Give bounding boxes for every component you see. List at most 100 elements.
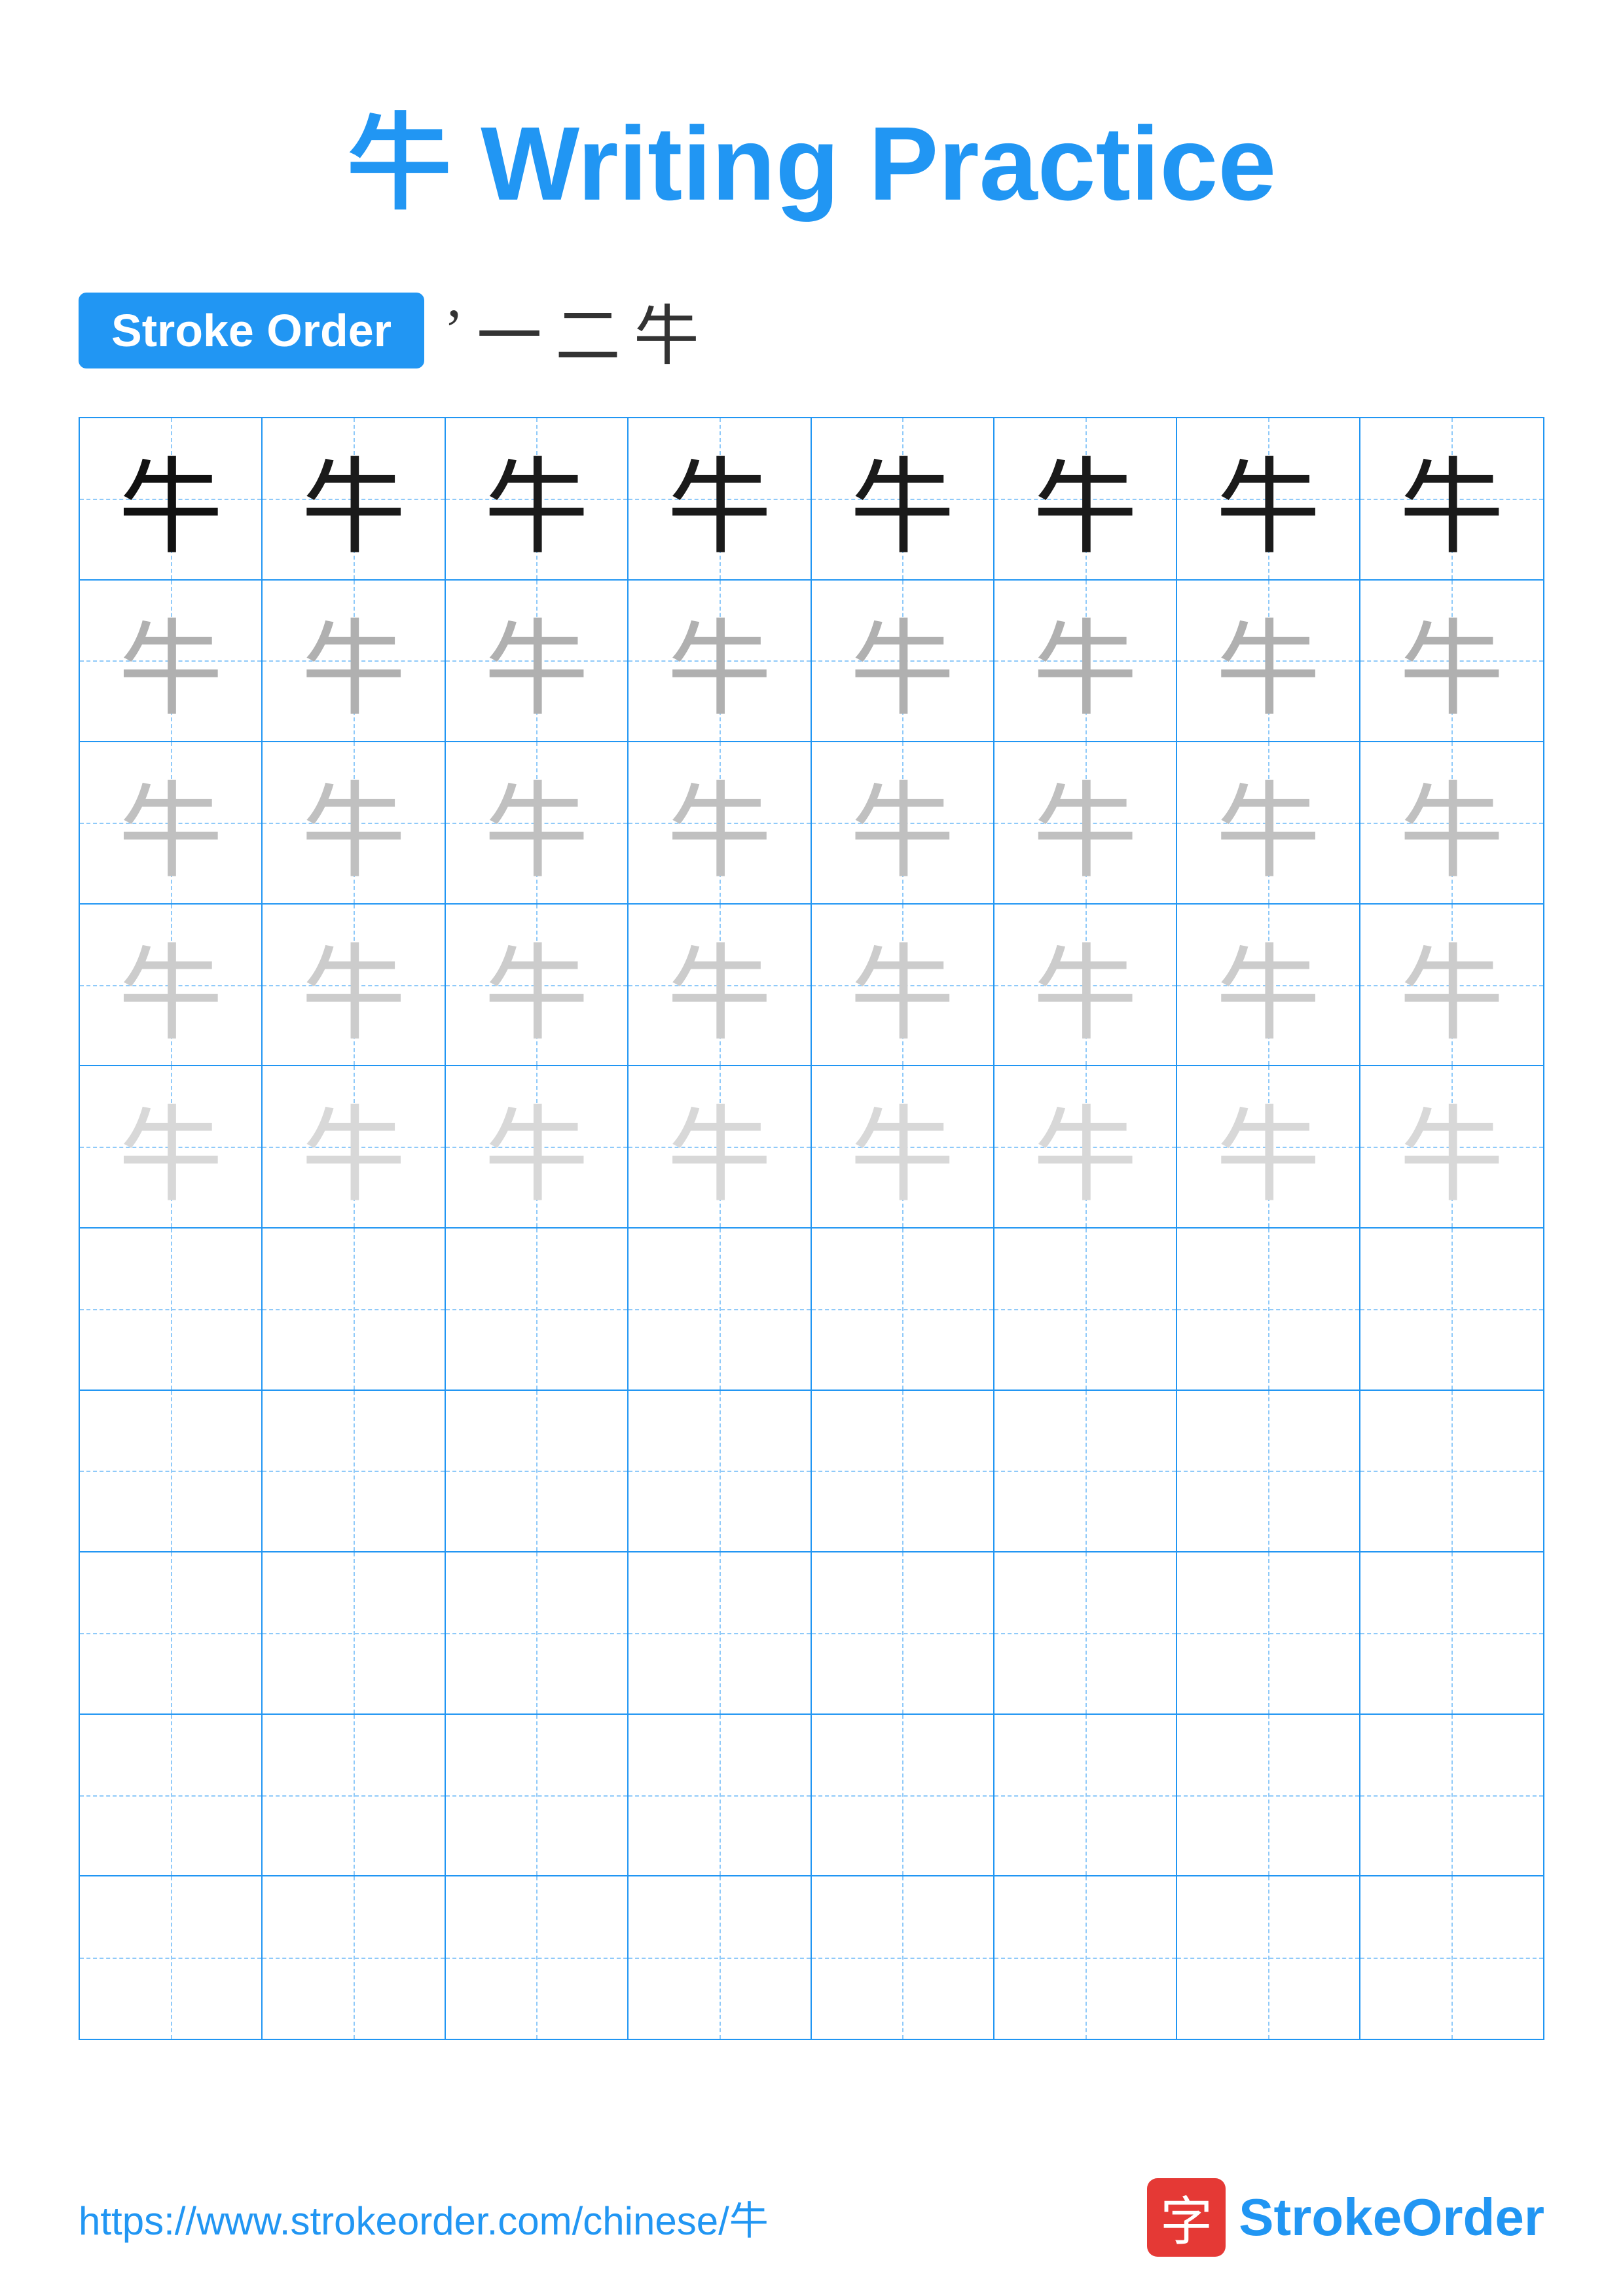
grid-cell[interactable]: 牛 bbox=[812, 1066, 994, 1229]
grid-cell[interactable] bbox=[994, 1715, 1177, 1877]
practice-char: 牛 bbox=[850, 909, 955, 1061]
grid-cell[interactable] bbox=[80, 1715, 263, 1877]
grid-cell[interactable] bbox=[1360, 1229, 1543, 1391]
grid-cell[interactable]: 牛 bbox=[1360, 1066, 1543, 1229]
grid-cell[interactable]: 牛 bbox=[80, 581, 263, 743]
grid-cell[interactable]: 牛 bbox=[629, 581, 811, 743]
grid-cell[interactable] bbox=[629, 1876, 811, 2039]
grid-cell[interactable] bbox=[629, 1391, 811, 1553]
grid-cell[interactable]: 牛 bbox=[1360, 905, 1543, 1067]
grid-cell[interactable]: 牛 bbox=[80, 418, 263, 581]
grid-cell[interactable] bbox=[263, 1552, 445, 1715]
grid-cell[interactable]: 牛 bbox=[1177, 742, 1360, 905]
grid-cell[interactable]: 牛 bbox=[446, 418, 629, 581]
grid-cell[interactable] bbox=[263, 1391, 445, 1553]
grid-cell[interactable]: 牛 bbox=[446, 905, 629, 1067]
footer: https://www.strokeorder.com/chinese/牛 字 … bbox=[79, 2178, 1544, 2257]
stroke-4: 牛 bbox=[634, 283, 699, 378]
grid-cell[interactable]: 牛 bbox=[994, 1066, 1177, 1229]
grid-cell[interactable] bbox=[1177, 1391, 1360, 1553]
grid-cell[interactable] bbox=[446, 1552, 629, 1715]
practice-char: 牛 bbox=[850, 423, 955, 575]
practice-char: 牛 bbox=[119, 909, 223, 1061]
grid-cell[interactable] bbox=[446, 1229, 629, 1391]
grid-cell[interactable]: 牛 bbox=[1360, 742, 1543, 905]
grid-cell[interactable]: 牛 bbox=[994, 905, 1177, 1067]
practice-char: 牛 bbox=[301, 423, 406, 575]
grid-cell[interactable] bbox=[629, 1552, 811, 1715]
grid-cell[interactable]: 牛 bbox=[80, 1066, 263, 1229]
grid-cell[interactable] bbox=[994, 1229, 1177, 1391]
grid-cell[interactable] bbox=[80, 1391, 263, 1553]
grid-cell[interactable]: 牛 bbox=[629, 742, 811, 905]
practice-char: 牛 bbox=[1399, 423, 1504, 575]
grid-cell[interactable] bbox=[263, 1715, 445, 1877]
grid-cell[interactable] bbox=[1360, 1876, 1543, 2039]
grid-cell[interactable] bbox=[80, 1229, 263, 1391]
practice-char: 牛 bbox=[484, 909, 589, 1061]
practice-char: 牛 bbox=[1216, 584, 1321, 736]
grid-cell[interactable]: 牛 bbox=[629, 418, 811, 581]
grid-cell[interactable] bbox=[812, 1715, 994, 1877]
grid-cell[interactable]: 牛 bbox=[812, 905, 994, 1067]
grid-cell[interactable] bbox=[263, 1229, 445, 1391]
practice-char: 牛 bbox=[1216, 909, 1321, 1061]
grid-cell[interactable] bbox=[80, 1876, 263, 2039]
grid-cell[interactable] bbox=[994, 1876, 1177, 2039]
practice-char: 牛 bbox=[1399, 1071, 1504, 1223]
grid-cell[interactable] bbox=[812, 1552, 994, 1715]
grid-cell[interactable]: 牛 bbox=[994, 418, 1177, 581]
grid-cell[interactable] bbox=[812, 1229, 994, 1391]
grid-cell[interactable] bbox=[1177, 1552, 1360, 1715]
grid-cell[interactable]: 牛 bbox=[80, 905, 263, 1067]
practice-char: 牛 bbox=[850, 747, 955, 899]
grid-cell[interactable]: 牛 bbox=[629, 905, 811, 1067]
stroke-2: 一 bbox=[477, 283, 542, 378]
grid-cell[interactable] bbox=[446, 1876, 629, 2039]
practice-grid: 牛牛牛牛牛牛牛牛牛牛牛牛牛牛牛牛牛牛牛牛牛牛牛牛牛牛牛牛牛牛牛牛牛牛牛牛牛牛牛牛 bbox=[79, 417, 1544, 2040]
grid-cell[interactable] bbox=[1177, 1715, 1360, 1877]
grid-cell[interactable]: 牛 bbox=[1177, 1066, 1360, 1229]
grid-cell[interactable]: 牛 bbox=[994, 742, 1177, 905]
grid-cell[interactable]: 牛 bbox=[263, 418, 445, 581]
grid-cell[interactable] bbox=[994, 1391, 1177, 1553]
grid-cell[interactable] bbox=[994, 1552, 1177, 1715]
grid-cell[interactable] bbox=[80, 1552, 263, 1715]
grid-cell[interactable] bbox=[1360, 1552, 1543, 1715]
practice-char: 牛 bbox=[850, 1071, 955, 1223]
grid-cell[interactable] bbox=[263, 1876, 445, 2039]
grid-cell[interactable]: 牛 bbox=[263, 1066, 445, 1229]
grid-cell[interactable] bbox=[446, 1391, 629, 1553]
grid-cell[interactable] bbox=[629, 1229, 811, 1391]
grid-cell[interactable]: 牛 bbox=[446, 581, 629, 743]
grid-cell[interactable]: 牛 bbox=[263, 742, 445, 905]
grid-cell[interactable]: 牛 bbox=[1177, 581, 1360, 743]
practice-char: 牛 bbox=[667, 909, 772, 1061]
grid-cell[interactable]: 牛 bbox=[263, 581, 445, 743]
grid-cell[interactable]: 牛 bbox=[812, 742, 994, 905]
grid-cell[interactable]: 牛 bbox=[812, 581, 994, 743]
grid-cell[interactable]: 牛 bbox=[1360, 581, 1543, 743]
grid-cell[interactable]: 牛 bbox=[263, 905, 445, 1067]
practice-char: 牛 bbox=[1216, 747, 1321, 899]
grid-cell[interactable]: 牛 bbox=[812, 418, 994, 581]
grid-cell[interactable] bbox=[1177, 1876, 1360, 2039]
grid-cell[interactable]: 牛 bbox=[1177, 905, 1360, 1067]
grid-cell[interactable] bbox=[446, 1715, 629, 1877]
grid-cell[interactable]: 牛 bbox=[446, 1066, 629, 1229]
grid-cell[interactable]: 牛 bbox=[446, 742, 629, 905]
grid-cell[interactable] bbox=[812, 1391, 994, 1553]
grid-cell[interactable] bbox=[1177, 1229, 1360, 1391]
grid-cell[interactable] bbox=[1360, 1391, 1543, 1553]
grid-cell[interactable]: 牛 bbox=[629, 1066, 811, 1229]
grid-cell[interactable] bbox=[812, 1876, 994, 2039]
grid-cell[interactable] bbox=[629, 1715, 811, 1877]
grid-cell[interactable]: 牛 bbox=[1360, 418, 1543, 581]
practice-char: 牛 bbox=[667, 747, 772, 899]
grid-cell[interactable]: 牛 bbox=[994, 581, 1177, 743]
grid-cell[interactable]: 牛 bbox=[80, 742, 263, 905]
grid-cell[interactable] bbox=[1360, 1715, 1543, 1877]
practice-char: 牛 bbox=[1033, 584, 1138, 736]
grid-cell[interactable]: 牛 bbox=[1177, 418, 1360, 581]
practice-char: 牛 bbox=[1399, 747, 1504, 899]
